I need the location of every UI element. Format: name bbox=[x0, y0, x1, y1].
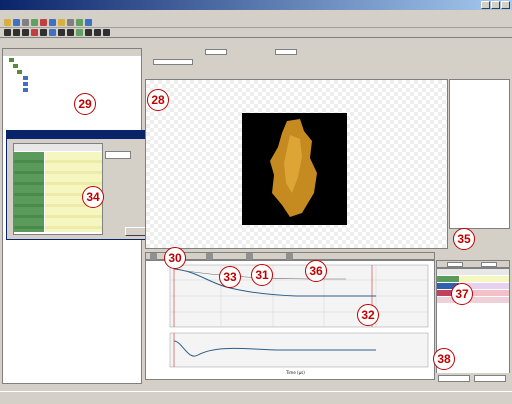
plot-panel: Time (µs) bbox=[145, 260, 435, 380]
save-icon[interactable] bbox=[13, 19, 20, 26]
tool-icon[interactable] bbox=[246, 253, 253, 260]
tree-item[interactable] bbox=[23, 87, 30, 93]
tool-icon[interactable] bbox=[31, 19, 38, 26]
maximize-button[interactable] bbox=[491, 1, 500, 9]
value-bar bbox=[436, 373, 510, 383]
image-viewer[interactable] bbox=[145, 79, 448, 249]
folder-icon bbox=[17, 70, 22, 74]
signal-plots bbox=[169, 264, 429, 368]
tool-icon[interactable] bbox=[58, 29, 65, 36]
tool-icon[interactable] bbox=[67, 29, 74, 36]
tool-icon[interactable] bbox=[103, 29, 110, 36]
plot-toolbar bbox=[145, 252, 435, 260]
folder-icon bbox=[13, 64, 18, 68]
table-header bbox=[14, 144, 102, 151]
callout-30: 30 bbox=[164, 247, 186, 269]
tool-icon[interactable] bbox=[58, 19, 65, 26]
image-toolbar-2 bbox=[145, 58, 445, 66]
tool-icon[interactable] bbox=[13, 29, 20, 36]
tool-icon[interactable] bbox=[85, 29, 92, 36]
callout-29: 29 bbox=[74, 93, 96, 115]
table-toolbar bbox=[436, 260, 510, 268]
tool-icon[interactable] bbox=[22, 29, 29, 36]
main-toolbar-1 bbox=[0, 18, 512, 28]
toolbar-field[interactable] bbox=[447, 262, 463, 267]
tool-icon[interactable] bbox=[286, 253, 293, 260]
toolbar-field[interactable] bbox=[205, 49, 227, 55]
file-icon bbox=[23, 76, 28, 80]
table-row[interactable] bbox=[437, 297, 509, 303]
file-icon bbox=[23, 88, 28, 92]
callout-32: 32 bbox=[357, 304, 379, 326]
open-icon[interactable] bbox=[4, 19, 11, 26]
tool-icon[interactable] bbox=[49, 29, 56, 36]
toolbar-field[interactable] bbox=[481, 262, 497, 267]
image-toolbar-3 bbox=[145, 68, 445, 78]
print-icon[interactable] bbox=[22, 19, 29, 26]
callout-34: 34 bbox=[82, 186, 104, 208]
tool-icon[interactable] bbox=[206, 253, 213, 260]
tool-icon[interactable] bbox=[76, 29, 83, 36]
file-icon bbox=[23, 82, 28, 86]
tool-icon[interactable] bbox=[76, 19, 83, 26]
close-button[interactable] bbox=[501, 1, 510, 9]
tool-icon[interactable] bbox=[49, 19, 56, 26]
value-input[interactable] bbox=[105, 151, 131, 159]
table-row[interactable] bbox=[437, 276, 459, 282]
tool-icon[interactable] bbox=[67, 19, 74, 26]
table-row[interactable] bbox=[460, 276, 509, 282]
main-toolbar-2 bbox=[0, 28, 512, 38]
stop-icon[interactable] bbox=[40, 19, 47, 26]
row-labels bbox=[14, 152, 44, 232]
x-axis-label: Time (µs) bbox=[286, 370, 305, 375]
specimen-graphic bbox=[270, 119, 317, 217]
callout-38: 38 bbox=[433, 348, 455, 370]
sample-image bbox=[242, 113, 347, 225]
tool-icon[interactable] bbox=[40, 29, 47, 36]
callout-31: 31 bbox=[251, 264, 273, 286]
menu-bar bbox=[0, 10, 512, 18]
tool-icon[interactable] bbox=[31, 29, 38, 36]
callout-36: 36 bbox=[305, 260, 327, 282]
value-input[interactable] bbox=[438, 375, 470, 382]
image-toolbar bbox=[145, 48, 445, 56]
tool-icon[interactable] bbox=[94, 29, 101, 36]
window-titlebar bbox=[0, 0, 512, 10]
tool-icon[interactable] bbox=[85, 19, 92, 26]
toolbar-field[interactable] bbox=[153, 59, 193, 65]
callout-28: 28 bbox=[147, 89, 169, 111]
window-controls bbox=[481, 1, 510, 9]
toolbar-field[interactable] bbox=[275, 49, 297, 55]
callout-37: 37 bbox=[451, 283, 473, 305]
properties-list bbox=[449, 79, 510, 229]
tool-icon[interactable] bbox=[4, 29, 11, 36]
callout-33: 33 bbox=[219, 266, 241, 288]
table-header bbox=[437, 269, 509, 275]
status-bar bbox=[0, 391, 512, 404]
tool-icon[interactable] bbox=[150, 253, 157, 260]
minimize-button[interactable] bbox=[481, 1, 490, 9]
folder-icon bbox=[9, 58, 14, 62]
value-input[interactable] bbox=[474, 375, 506, 382]
panel-header bbox=[3, 49, 141, 56]
callout-35: 35 bbox=[453, 228, 475, 250]
